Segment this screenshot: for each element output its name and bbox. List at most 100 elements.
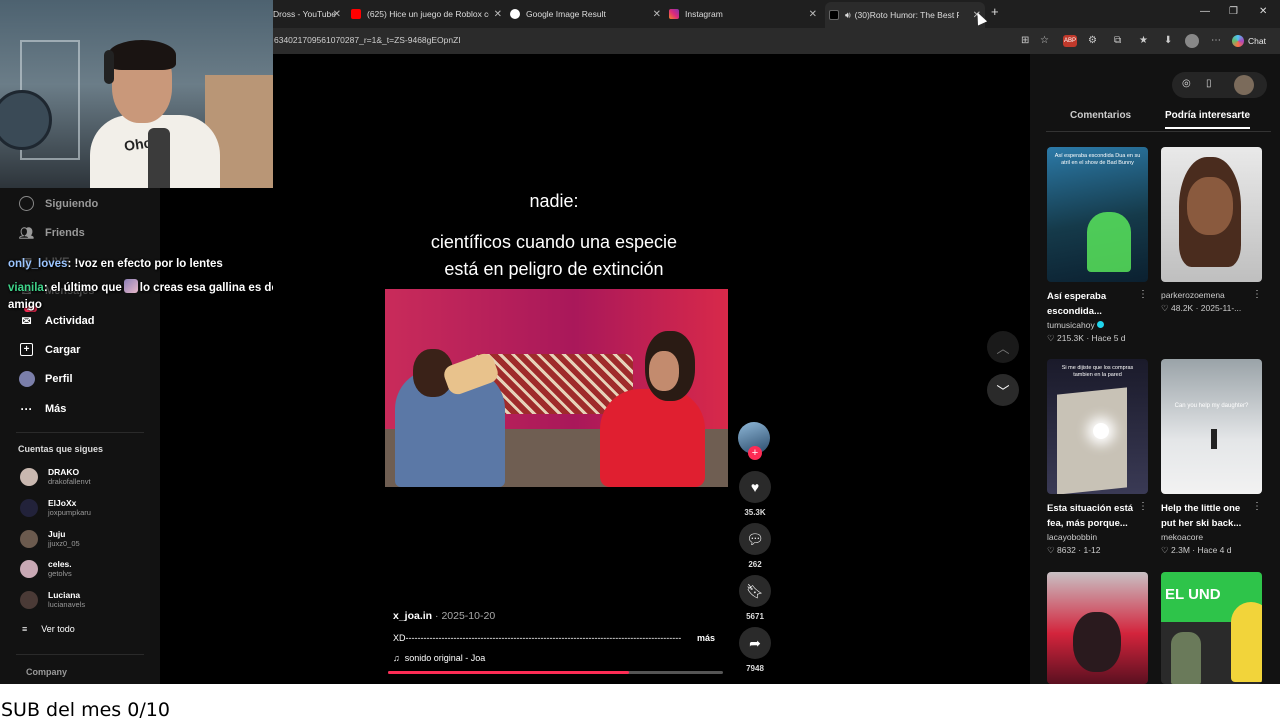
sidebar-item-label: Más [45,402,67,415]
apps-icon[interactable]: ⊞ [1021,35,1029,46]
previous-video-button[interactable]: ︿ [987,331,1019,363]
compass-icon[interactable]: ◎ [1182,78,1191,89]
tiktok-icon [829,10,839,20]
speaker-icon[interactable]: 🔊︎ [845,10,851,21]
new-tab-button[interactable]: + [991,4,999,19]
tab-comentarios[interactable]: Comentarios [1070,110,1131,121]
following-account[interactable]: ElJoXx joxpumpkaru [20,498,91,517]
tab-roblox[interactable]: (625) Hice un juego de Roblox con ✕ [351,4,506,24]
profile-icon [18,370,35,387]
heart-outline-icon: ♡ [1161,303,1169,313]
minimize-button[interactable]: — [1200,6,1210,17]
video-frame[interactable] [385,289,728,487]
profile-avatar-icon[interactable] [1185,34,1199,48]
thumbnail-paper [1057,387,1127,494]
friends-icon: 👥︎ [18,225,35,240]
music-info[interactable]: ♫ sonido original - Joa [393,653,485,663]
tab-instagram[interactable]: Instagram ✕ [669,4,821,24]
card-date: 1-12 [1083,545,1101,555]
heart-outline-icon: ♡ [1047,545,1055,555]
video-woman-face [649,351,679,391]
panel-tabs: Comentarios Podría interesarte [1046,110,1271,132]
emote-icon [123,279,138,293]
video-progress-bar[interactable] [388,671,723,674]
next-video-button[interactable]: ﹀ [987,374,1019,406]
tab-title: Instagram [685,9,723,19]
save-button[interactable]: 🔖︎ 5671 [738,575,772,621]
tab-title: (30)Roto Humor: The Best Par [854,10,959,20]
suggested-video-card[interactable]: Así esperaba escondida Dua en su atril e… [1047,147,1148,344]
download-icon[interactable]: ⬇ [1164,35,1172,46]
see-all-label: Ver todo [41,624,75,634]
chat-message: vianila: el último que lo creas esa galli… [8,279,308,314]
more-options-icon[interactable]: ⋮ [1252,501,1262,512]
card-date: 2025-11-... [1200,303,1242,313]
chat-text: el último que [50,282,122,294]
share-button[interactable]: ➦ 7948 [738,627,772,673]
like-button[interactable]: ♥ 35.3K [738,471,772,517]
maximize-button[interactable]: ❐ [1229,6,1238,17]
sidebar-item-label: Friends [45,226,85,239]
chat-text: !voz en efecto por lo lentes [74,258,223,270]
follow-plus-icon[interactable]: + [748,446,762,460]
sidebar-item-perfil[interactable]: Perfil [18,370,73,387]
thumbnail-figure [1087,212,1131,272]
sidebar-item-siguiendo[interactable]: Siguiendo [18,195,98,212]
video-author[interactable]: x_joa.in · 2025-10-20 [393,610,495,622]
heart-icon: ♥ [739,471,771,503]
close-tab-icon[interactable]: ✕ [494,9,502,20]
top-right-actions: ◎ ▯ [1172,72,1267,98]
suggested-video-card[interactable] [1047,572,1148,684]
thumbnail-text: Can you help my daughter? [1174,403,1249,409]
card-likes: 48.2K [1171,303,1194,313]
suggested-video-card[interactable]: EL UND [1161,572,1262,684]
chevron-down-icon: ﹀ [996,383,1010,399]
tab-podria-interesarte[interactable]: Podría interesarte [1165,110,1251,129]
following-account[interactable]: Juju jjuxz0_05 [20,529,80,548]
card-username: tumusicahoy [1047,320,1095,330]
more-button[interactable]: más [697,633,715,643]
close-tab-icon[interactable]: ✕ [653,9,661,20]
more-options-icon[interactable]: ⋮ [1138,501,1148,512]
following-account[interactable]: Luciana lucianavels [20,590,85,609]
close-window-button[interactable]: ✕ [1259,6,1267,17]
copilot-chat-button[interactable]: Chat [1226,32,1272,50]
mobile-icon[interactable]: ▯ [1206,78,1212,89]
more-options-icon[interactable]: ⋮ [1252,289,1262,300]
extensions-icon[interactable]: ⚙ [1088,35,1097,46]
sub-goal-text: SUB del mes 0/10 [1,699,170,720]
tab-dross[interactable]: Dross - YouTube ✕ [273,4,345,24]
adblock-icon[interactable]: ABP [1063,35,1077,47]
collections-icon[interactable]: ★ [1139,35,1148,46]
suggested-video-card[interactable]: Si me dijiste que los compras tambien en… [1047,359,1148,556]
heart-outline-icon: ♡ [1161,545,1169,555]
close-tab-icon[interactable]: ✕ [333,9,341,20]
tab-tiktok-active[interactable]: 🔊︎ (30)Roto Humor: The Best Par ✕ [825,2,985,28]
sidebar-item-friends[interactable]: 👥︎ Friends [18,224,85,241]
heart-outline-icon: ♡ [1047,333,1055,343]
banana-cat [1231,602,1262,682]
favorite-star-icon[interactable]: ☆ [1040,35,1049,46]
following-account[interactable]: celes. getolvs [20,559,72,578]
chat-label: Chat [1248,36,1266,46]
tab-google-image[interactable]: Google Image Result ✕ [510,4,665,24]
suggested-video-card[interactable]: parkerozoemena ⋮ ♡ 48.2K · 2025-11-... [1161,147,1262,314]
comment-button[interactable]: 💬︎ 262 [738,523,772,569]
more-options-icon[interactable]: ⋮ [1138,289,1148,300]
sidebar-item-actividad[interactable]: ✉ 20 Actividad [18,306,95,329]
company-link[interactable]: Company [26,667,67,677]
following-account[interactable]: DRAKO drakofallenvt [20,467,91,486]
sidebar-item-cargar[interactable]: + Cargar [18,341,80,358]
chat-username: only_loves [8,258,68,270]
upload-icon: + [18,341,35,358]
user-avatar[interactable] [1234,75,1254,95]
menu-dots-icon[interactable]: ⋯ [1211,35,1221,46]
suggested-video-card[interactable]: Can you help my daughter? Help the littl… [1161,359,1262,556]
streamer-hair [108,40,176,70]
split-screen-icon[interactable]: ⧉ [1114,35,1121,46]
account-name: DRAKO [48,467,80,477]
close-tab-icon[interactable]: ✕ [809,9,817,20]
sidebar-item-mas[interactable]: ··· Más [18,400,67,417]
see-all-link[interactable]: ≡ Ver todo [22,624,75,634]
url-text[interactable]: 634021709561070287_r=1&_t=ZS-9468gEOpnZI [274,35,461,45]
